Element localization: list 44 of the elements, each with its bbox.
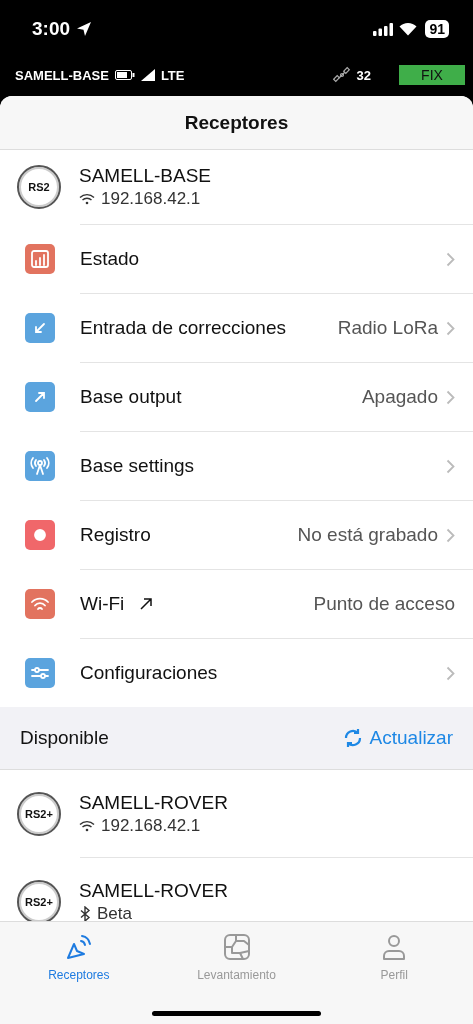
receiver-badge: RS2 — [17, 165, 61, 209]
menu-label: Base settings — [80, 455, 195, 477]
menu-row[interactable]: Registro No está grabado — [0, 500, 473, 569]
device-name: SAMELL-BASE — [79, 165, 211, 187]
signal-icon — [373, 22, 394, 36]
menu-label: Entrada de correcciones — [80, 317, 286, 339]
network-type: LTE — [160, 67, 185, 83]
menu-row[interactable]: Wi-Fi Punto de acceso — [0, 569, 473, 638]
wifi-icon — [399, 22, 418, 36]
menu-value: Punto de acceso — [313, 593, 455, 615]
section-title: Disponible — [20, 727, 109, 749]
device-name: SAMELL-ROVER — [79, 791, 228, 814]
wifi-icon — [79, 193, 95, 205]
device-detail: 192.168.42.1 — [101, 815, 201, 836]
satellite-icon — [332, 66, 351, 84]
menu-row[interactable]: Base output Apagado — [0, 362, 473, 431]
clock: 3:00 — [32, 18, 71, 40]
menu-row[interactable]: Base settings — [0, 431, 473, 500]
signal-icon — [140, 69, 155, 81]
menu-row[interactable]: Estado — [0, 224, 473, 293]
menu-label: Estado — [80, 248, 140, 270]
wifi-icon — [79, 819, 95, 832]
menu-label: Registro — [80, 524, 151, 546]
menu-label: Configuraciones — [80, 662, 218, 684]
satellite-count: 32 — [356, 67, 371, 83]
receiver-name: SAMELL-BASE — [15, 67, 109, 83]
menu-value: Radio LoRa — [337, 317, 438, 339]
receiver-badge: RS2+ — [17, 791, 61, 836]
device-name: SAMELL-ROVER — [79, 879, 228, 902]
fix-status: FIX — [399, 65, 465, 85]
battery-level: 91 — [425, 20, 449, 38]
bluetooth-icon — [79, 905, 91, 921]
location-arrow-icon — [76, 21, 93, 37]
device-detail: Beta — [97, 903, 132, 921]
device-detail: 192.168.42.1 — [101, 189, 201, 209]
menu-value: Apagado — [361, 386, 438, 408]
tab[interactable]: Receptores — [0, 922, 158, 990]
screen-title: Receptores — [184, 111, 289, 134]
menu-value: No está grabado — [297, 524, 438, 546]
menu-row[interactable]: Entrada de correcciones Radio LoRa — [0, 293, 473, 362]
battery-icon — [114, 70, 135, 80]
map-icon — [221, 932, 252, 962]
menu-label: Wi-Fi — [80, 593, 125, 615]
menu-label: Base output — [80, 386, 182, 408]
